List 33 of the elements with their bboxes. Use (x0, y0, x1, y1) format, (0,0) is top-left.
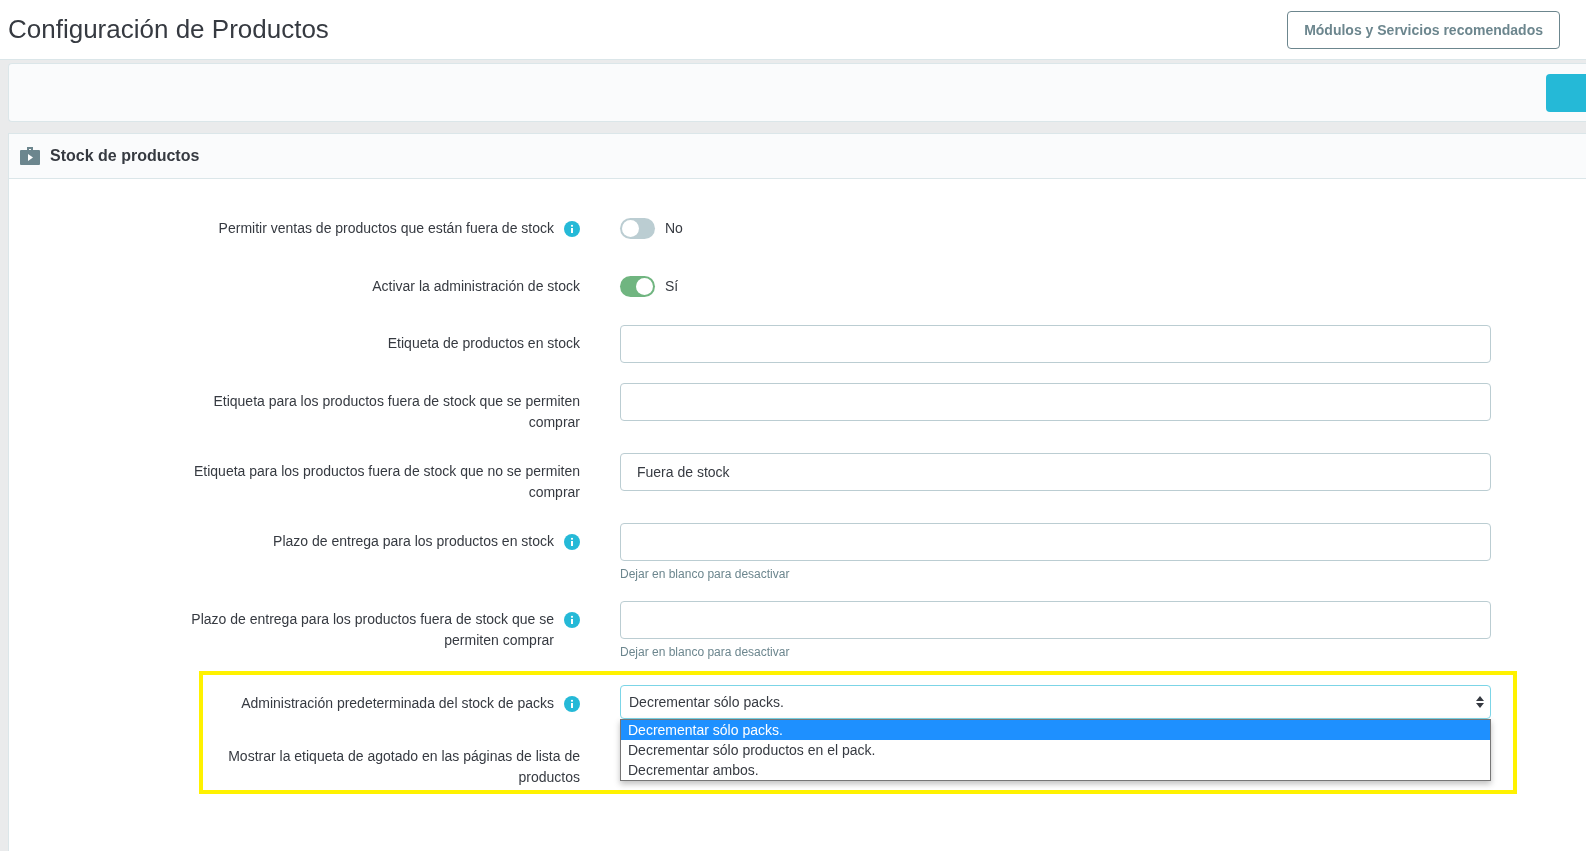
info-icon[interactable] (564, 534, 580, 550)
briefcase-icon (20, 147, 40, 165)
field-label: Activar la administración de stock (372, 277, 580, 296)
help-text: Dejar en blanco para desactivar (620, 645, 791, 659)
field-label: Administración predeterminada del stock de packs (241, 694, 554, 713)
dropdown-option[interactable]: Decrementar sólo productos en el pack. (621, 740, 1490, 760)
toggle-switch[interactable] (620, 217, 655, 239)
dropdown-option[interactable]: Decrementar ambos. (621, 760, 1490, 780)
panel-title: Stock de productos (50, 147, 200, 165)
field-label: Permitir ventas de productos que están fuera de stock (218, 219, 554, 238)
field-label: Mostrar la etiqueta de agotado en las páginas de lista de productos (227, 747, 580, 787)
field-label: Etiqueta de productos en stock (387, 334, 580, 353)
field-label: Plazo de entrega para los productos fuera de stock que se permiten comprar (190, 610, 554, 650)
field-label: Plazo de entrega para los productos en stock (273, 532, 554, 551)
select-field[interactable]: Decrementar sólo packs. (620, 685, 1491, 719)
save-button[interactable] (1546, 73, 1586, 112)
text-field[interactable]: Fuera de stock (620, 453, 1491, 491)
toggle-state-label: No (665, 220, 683, 236)
recommended-modules-button[interactable]: Módulos y Servicios recomendados (1287, 10, 1560, 49)
page-title: Configuración de Productos (8, 14, 329, 45)
sort-arrows-icon (1476, 696, 1484, 708)
field-label: Etiqueta para los productos fuera de stock que no se permiten comprar (193, 462, 580, 502)
toggle-switch[interactable] (620, 275, 655, 297)
text-field[interactable] (620, 601, 1491, 639)
text-field[interactable] (620, 325, 1491, 363)
text-field[interactable] (620, 383, 1491, 421)
info-icon[interactable] (564, 612, 580, 628)
info-icon[interactable] (564, 221, 580, 237)
field-label: Etiqueta para los productos fuera de stock que se permiten comprar (212, 392, 580, 432)
text-field[interactable] (620, 523, 1491, 561)
help-text: Dejar en blanco para desactivar (620, 567, 791, 581)
info-icon[interactable] (564, 696, 580, 712)
toggle-state-label: Sí (665, 278, 679, 294)
